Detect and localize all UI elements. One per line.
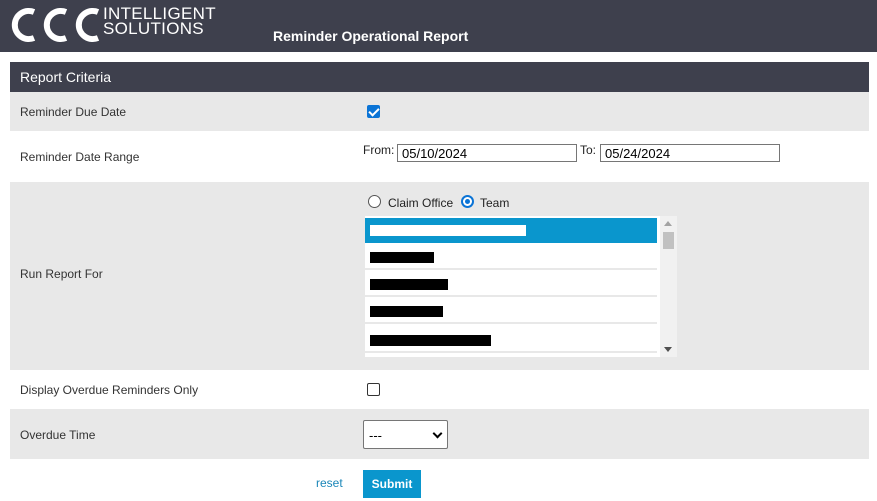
scroll-up-arrow-icon[interactable] — [664, 221, 672, 226]
scroll-down-arrow-icon[interactable] — [664, 347, 672, 352]
list-item[interactable] — [365, 299, 657, 324]
row-overdue-time: Overdue Time --- — [10, 409, 869, 459]
redacted-text — [370, 225, 526, 236]
logo-line-2: SOLUTIONS — [103, 19, 204, 38]
report-criteria-panel: Report Criteria Reminder Due Date Remind… — [10, 62, 869, 501]
from-label: From: — [363, 143, 395, 157]
from-date-input[interactable] — [397, 144, 577, 162]
overdue-only-checkbox[interactable] — [367, 383, 380, 396]
reminder-date-range-label: Reminder Date Range — [20, 150, 140, 164]
reset-link[interactable]: reset — [316, 476, 343, 490]
redacted-text — [370, 252, 434, 263]
row-reminder-due-date: Reminder Due Date — [10, 92, 869, 131]
row-run-report-for: Run Report For Claim Office Team — [10, 182, 869, 370]
row-overdue-only: Display Overdue Reminders Only — [10, 370, 869, 409]
list-item[interactable] — [365, 328, 657, 353]
overdue-only-label: Display Overdue Reminders Only — [20, 383, 199, 397]
overdue-time-select[interactable]: --- — [363, 420, 448, 449]
claim-office-radio-label: Claim Office — [388, 196, 454, 210]
page-title: Reminder Operational Report — [273, 28, 469, 44]
team-radio[interactable] — [461, 195, 474, 208]
list-item[interactable] — [365, 272, 657, 297]
reminder-due-date-checkbox[interactable] — [367, 105, 380, 118]
listbox-scrollbar[interactable] — [660, 216, 677, 357]
claim-office-radio[interactable] — [368, 195, 381, 208]
reminder-due-date-label: Reminder Due Date — [20, 105, 127, 119]
to-date-input[interactable] — [600, 144, 780, 162]
row-actions: reset Submit — [10, 459, 869, 501]
list-item[interactable] — [365, 245, 657, 270]
team-radio-label: Team — [480, 196, 510, 210]
overdue-time-label: Overdue Time — [20, 428, 96, 442]
logo-text: INTELLIGENT SOLUTIONS — [103, 5, 216, 38]
top-bar: INTELLIGENT SOLUTIONS Reminder Operation… — [0, 0, 877, 52]
redacted-text — [370, 306, 443, 317]
run-report-for-label: Run Report For — [20, 267, 103, 281]
panel-header: Report Criteria — [10, 62, 869, 92]
list-item[interactable] — [365, 218, 657, 243]
team-listbox[interactable] — [365, 216, 677, 357]
submit-button[interactable]: Submit — [363, 470, 421, 498]
scrollbar-thumb[interactable] — [663, 232, 674, 249]
row-reminder-date-range: Reminder Date Range From: To: — [10, 131, 869, 182]
overdue-time-selected-value: --- — [369, 428, 382, 443]
to-label: To: — [580, 143, 597, 157]
chevron-down-icon — [432, 428, 443, 439]
redacted-text — [370, 335, 491, 346]
redacted-text — [370, 279, 448, 290]
